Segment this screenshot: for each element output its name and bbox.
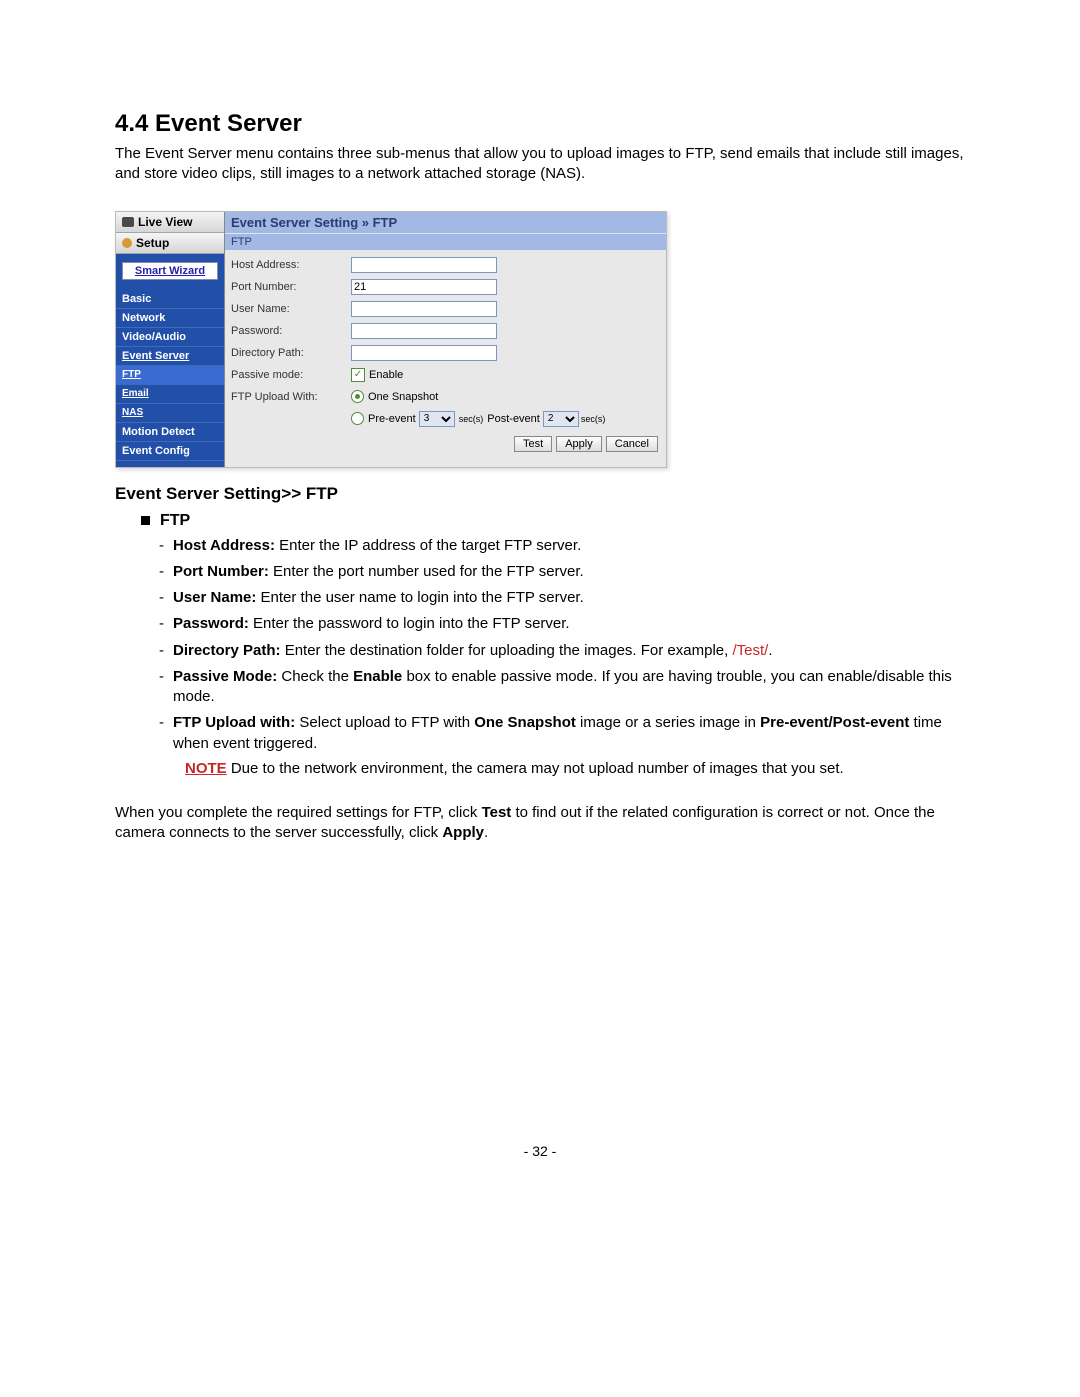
sidebar-item-basic[interactable]: Basic — [116, 290, 224, 309]
section-heading: 4.4 Event Server — [115, 110, 965, 138]
content-panel: Event Server Setting » FTP FTP Host Addr… — [225, 212, 666, 467]
host-input[interactable] — [351, 257, 497, 273]
panel-subtitle: FTP — [225, 233, 666, 250]
screenshot-panel: Live View Setup Smart Wizard Basic Netwo… — [115, 211, 667, 468]
setup-button[interactable]: Setup — [116, 233, 224, 254]
one-snapshot-text: One Snapshot — [368, 391, 438, 403]
secs1: sec(s) — [459, 414, 484, 424]
label-dir: Directory Path: — [231, 347, 351, 359]
gear-icon — [122, 238, 132, 248]
cancel-button[interactable]: Cancel — [606, 436, 658, 452]
ftp-heading: FTP — [160, 512, 190, 530]
test-button[interactable]: Test — [514, 436, 552, 452]
label-pass: Password: — [231, 325, 351, 337]
sidebar-item-motion-detect[interactable]: Motion Detect — [116, 423, 224, 442]
sidebar-item-network[interactable]: Network — [116, 309, 224, 328]
user-input[interactable] — [351, 301, 497, 317]
passive-checkbox[interactable]: ✓ — [351, 368, 365, 382]
dir-input[interactable] — [351, 345, 497, 361]
note-label: NOTE — [185, 760, 227, 777]
ftp-field-list: Host Address: Enter the IP address of th… — [159, 536, 965, 754]
smart-wizard-link[interactable]: Smart Wizard — [122, 262, 218, 280]
post-event-select[interactable]: 2 — [543, 411, 579, 427]
label-host: Host Address: — [231, 259, 351, 271]
setup-label: Setup — [136, 236, 169, 250]
post-event-text: Post-event — [487, 413, 540, 425]
closing-paragraph: When you complete the required settings … — [115, 803, 965, 844]
label-port: Port Number: — [231, 281, 351, 293]
pre-event-text: Pre-event — [368, 413, 416, 425]
subsection-heading: Event Server Setting>> FTP — [115, 484, 965, 504]
live-view-button[interactable]: Live View — [116, 212, 224, 233]
label-upload: FTP Upload With: — [231, 391, 351, 403]
sidebar-item-event-config[interactable]: Event Config — [116, 442, 224, 461]
camera-icon — [122, 217, 134, 227]
password-input[interactable] — [351, 323, 497, 339]
enable-text: Enable — [369, 369, 403, 381]
sidebar-item-event-server[interactable]: Event Server — [116, 347, 224, 366]
sidebar-sub-email[interactable]: Email — [116, 385, 224, 404]
secs2: sec(s) — [581, 414, 606, 424]
sidebar-sub-nas[interactable]: NAS — [116, 404, 224, 423]
square-bullet-icon — [141, 516, 150, 525]
intro-paragraph: The Event Server menu contains three sub… — [115, 144, 965, 185]
sidebar-sub-ftp[interactable]: FTP — [116, 366, 224, 385]
label-user: User Name: — [231, 303, 351, 315]
radio-pre-post[interactable] — [351, 412, 364, 425]
label-passive: Passive mode: — [231, 369, 351, 381]
page-number: - 32 - — [115, 1143, 965, 1159]
radio-one-snapshot[interactable] — [351, 390, 364, 403]
sidebar: Live View Setup Smart Wizard Basic Netwo… — [116, 212, 225, 467]
apply-button[interactable]: Apply — [556, 436, 602, 452]
pre-event-select[interactable]: 3 — [419, 411, 455, 427]
port-input[interactable] — [351, 279, 497, 295]
note-line: NOTE Due to the network environment, the… — [185, 760, 965, 777]
sidebar-item-video-audio[interactable]: Video/Audio — [116, 328, 224, 347]
live-view-label: Live View — [138, 215, 192, 229]
panel-title: Event Server Setting » FTP — [225, 212, 666, 233]
